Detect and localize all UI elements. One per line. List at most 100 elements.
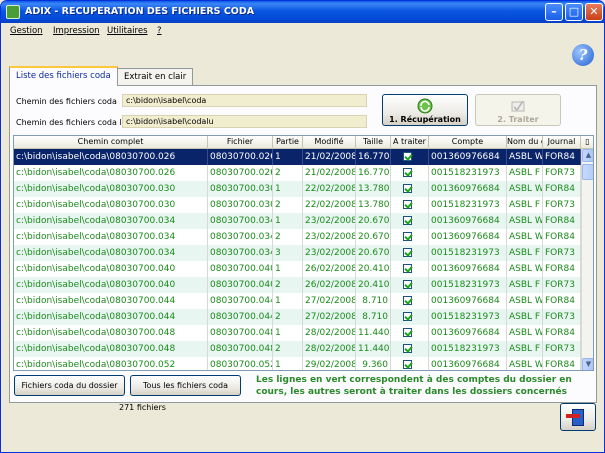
cell-size: 20.410 [356,277,391,293]
minimize-button[interactable]: – [545,3,563,21]
chemin-field[interactable]: c:\bidon\isabel\coda [122,94,367,107]
cell-journal: FOR84 [543,229,581,245]
table-row[interactable]: c:\bidon\isabel\coda\08030700.048 0803070… [14,325,581,341]
cell-nom: ASBL W [507,149,543,165]
tab-extrait-clair[interactable]: Extrait en clair [117,68,194,85]
cell-journal: FOR84 [543,293,581,309]
a-traiter-cell [391,165,429,181]
a-traiter-checkbox[interactable] [403,328,412,337]
cell-size: 9.360 [356,357,391,370]
cell-file: 08030700.044 [208,293,273,309]
cell-journal: FOR73 [543,165,581,181]
tab-liste-fichiers[interactable]: Liste des fichiers coda [9,66,118,86]
col-partie[interactable]: Partie [273,136,303,149]
cell-part: 2 [273,165,303,181]
cell-nom: ASBL F [507,197,543,213]
cell-journal: FOR84 [543,149,581,165]
menu-utilitaires[interactable]: Utilitaires [107,26,148,36]
traiter-button[interactable]: 2. Traiter [475,94,561,126]
a-traiter-checkbox[interactable] [403,296,412,305]
a-traiter-checkbox[interactable] [403,232,412,241]
table-row[interactable]: c:\bidon\isabel\coda\08030700.052 0803070… [14,357,581,370]
cell-journal: FOR73 [543,341,581,357]
col-compte[interactable]: Compte [429,136,507,149]
cell-part: 1 [273,213,303,229]
table-row[interactable]: c:\bidon\isabel\coda\08030700.048 0803070… [14,341,581,357]
table-row[interactable]: c:\bidon\isabel\coda\08030700.030 0803070… [14,197,581,213]
a-traiter-checkbox[interactable] [403,360,412,369]
cell-size: 11.440 [356,325,391,341]
exit-button[interactable] [560,403,596,431]
scroll-up-button[interactable]: ▲ [582,149,593,162]
cell-part: 1 [273,357,303,370]
cell-size: 20.670 [356,213,391,229]
col-modifie[interactable]: Modifié [303,136,356,149]
table-row[interactable]: c:\bidon\isabel\coda\08030700.034 0803070… [14,229,581,245]
cell-size: 20.670 [356,245,391,261]
col-chemin[interactable]: Chemin complet [14,136,208,149]
a-traiter-checkbox[interactable] [403,344,412,353]
menu-help[interactable]: ? [157,26,162,36]
cell-journal: FOR84 [543,261,581,277]
a-traiter-checkbox[interactable] [403,184,412,193]
fichiers-dossier-button[interactable]: Fichiers coda du dossier [14,375,125,396]
cell-journal: FOR84 [543,181,581,197]
column-chooser-icon[interactable]: ▯ [581,136,593,149]
table-row[interactable]: c:\bidon\isabel\coda\08030700.034 0803070… [14,245,581,261]
traiter-label: 2. Traiter [497,115,539,124]
a-traiter-checkbox[interactable] [403,248,412,257]
cell-date: 28/02/2008 [303,325,356,341]
cell-part: 1 [273,261,303,277]
menu-impression[interactable]: Impression [53,26,100,36]
refresh-icon [417,98,433,114]
col-journal[interactable]: Journal [543,136,581,149]
cell-path: c:\bidon\isabel\coda\08030700.026 [14,165,208,181]
a-traiter-checkbox[interactable] [403,312,412,321]
a-traiter-cell [391,197,429,213]
menu-gestion[interactable]: Gestion [10,26,43,36]
table-row[interactable]: c:\bidon\isabel\coda\08030700.026 0803070… [14,165,581,181]
legend-text: Les lignes en vert correspondent à des c… [256,375,572,397]
close-button[interactable]: ✕ [585,3,603,21]
cell-compte: 001360976684 [429,149,507,165]
col-a-traiter[interactable]: A traiter [391,136,429,149]
col-fichier[interactable]: Fichier [208,136,273,149]
cell-date: 23/02/2008 [303,213,356,229]
a-traiter-checkbox[interactable] [403,216,412,225]
a-traiter-checkbox[interactable] [403,168,412,177]
col-nom[interactable]: Nom du d [507,136,543,149]
cell-file: 08030700.048 [208,341,273,357]
a-traiter-checkbox[interactable] [403,264,412,273]
recuperation-button[interactable]: 1. Récupération [382,94,468,126]
maximize-button[interactable]: □ [565,3,583,21]
vertical-scrollbar[interactable]: ▲ ▼ [581,149,593,370]
a-traiter-cell [391,149,429,165]
a-traiter-checkbox[interactable] [403,280,412,289]
a-traiter-checkbox[interactable] [403,200,412,209]
scroll-thumb[interactable] [582,164,593,180]
table-row[interactable]: c:\bidon\isabel\coda\08030700.040 0803070… [14,261,581,277]
cell-size: 13.780 [356,181,391,197]
title-bar[interactable]: ADIX - RECUPERATION DES FICHIERS CODA – … [1,1,604,23]
scroll-down-button[interactable]: ▼ [582,358,593,370]
table-row[interactable]: c:\bidon\isabel\coda\08030700.030 0803070… [14,181,581,197]
cell-nom: ASBL W [507,261,543,277]
menu-bar: Gestion Impression Utilitaires ? [1,23,604,40]
table-row[interactable]: c:\bidon\isabel\coda\08030700.044 0803070… [14,309,581,325]
table-row[interactable]: c:\bidon\isabel\coda\08030700.044 0803070… [14,293,581,309]
app-icon [6,5,20,19]
help-icon[interactable]: ? [572,44,594,66]
chemin-lus-field[interactable]: c:\bidon\isabel\codalu [122,115,367,128]
col-taille[interactable]: Taille [356,136,391,149]
cell-nom: ASBL W [507,229,543,245]
a-traiter-checkbox[interactable] [403,152,412,161]
tous-fichiers-button[interactable]: Tous les fichiers coda [130,375,241,396]
cell-part: 2 [273,197,303,213]
table-row[interactable]: c:\bidon\isabel\coda\08030700.026 0803070… [14,149,581,165]
cell-compte: 001518231973 [429,277,507,293]
table-row[interactable]: c:\bidon\isabel\coda\08030700.040 0803070… [14,277,581,293]
cell-date: 28/02/2008 [303,341,356,357]
cell-date: 22/02/2008 [303,197,356,213]
cell-compte: 001360976684 [429,261,507,277]
table-row[interactable]: c:\bidon\isabel\coda\08030700.034 0803070… [14,213,581,229]
